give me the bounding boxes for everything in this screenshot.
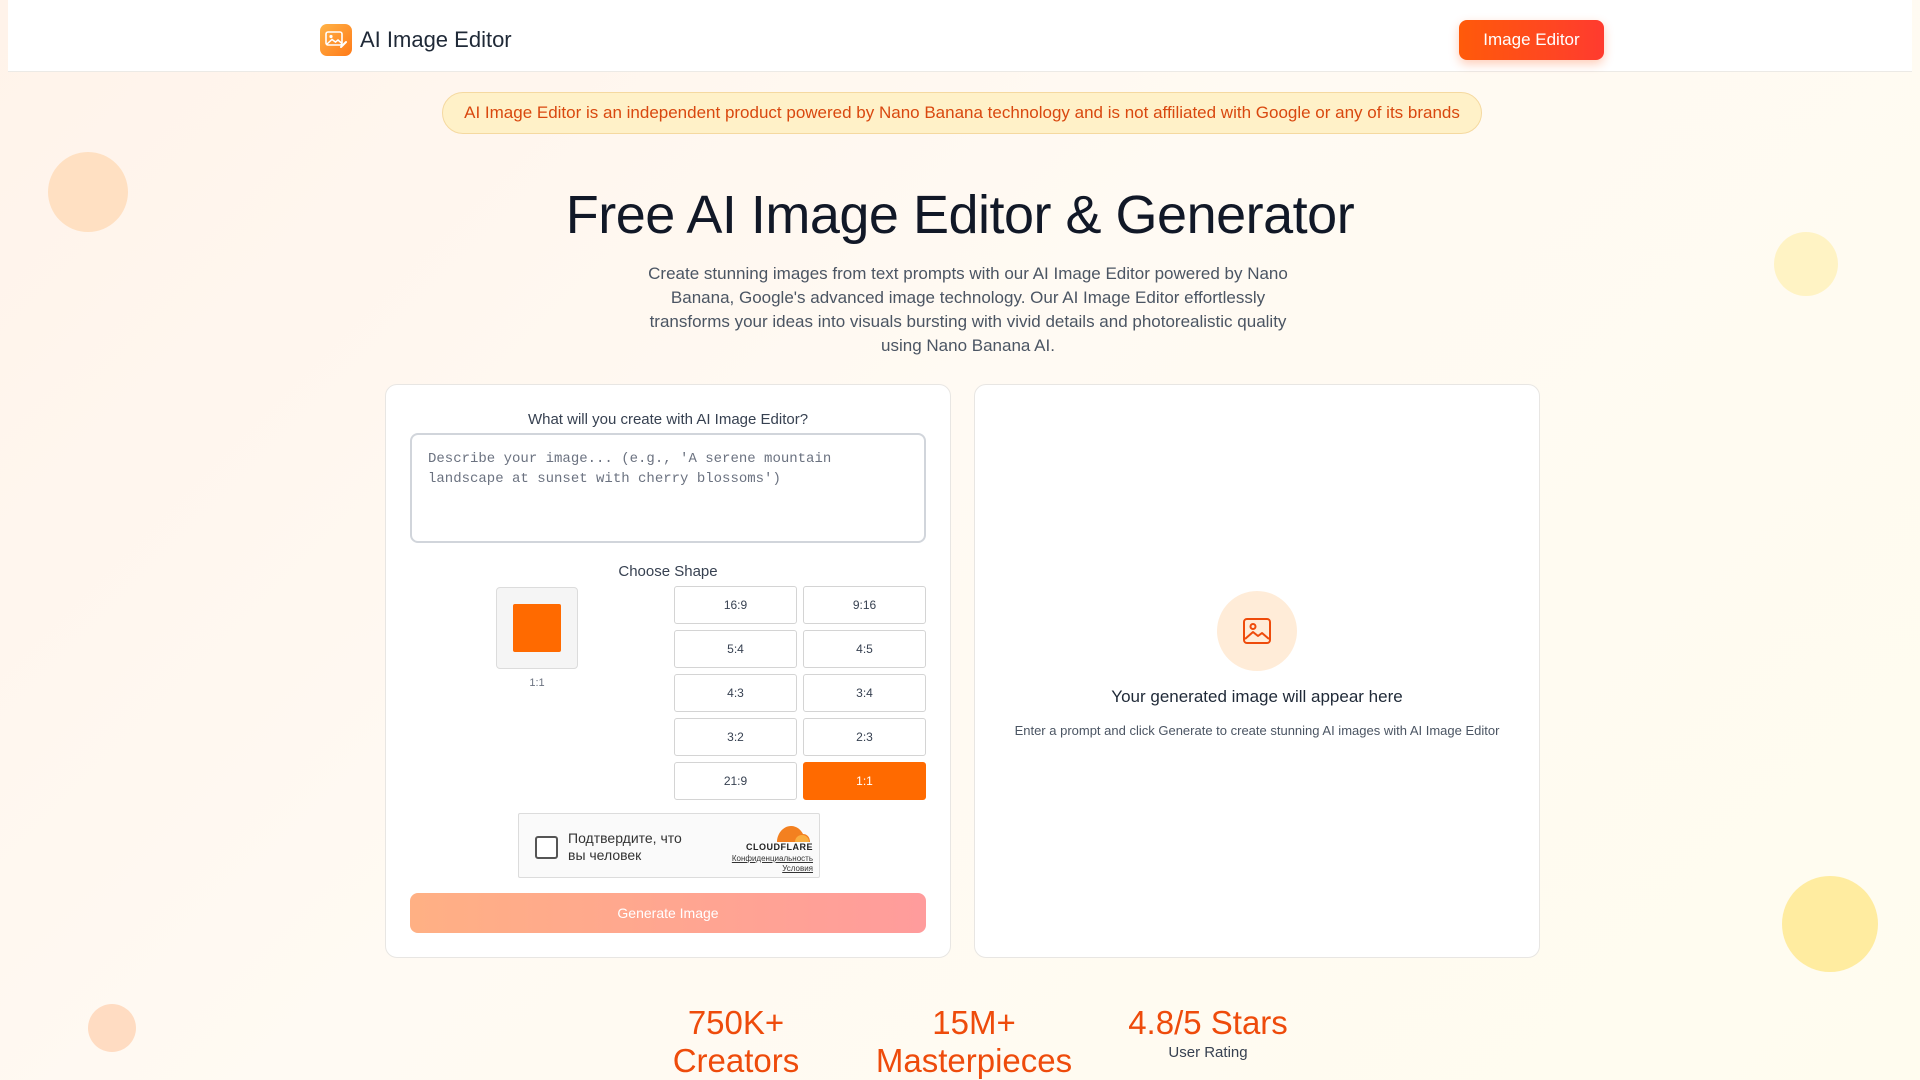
image-placeholder-icon [1217, 591, 1297, 671]
generator-form-card: What will you create with AI Image Edito… [385, 384, 951, 958]
ratio-button-4-3[interactable]: 4:3 [674, 674, 797, 712]
ratio-button-1-1[interactable]: 1:1 [803, 762, 926, 800]
ratio-button-3-2[interactable]: 3:2 [674, 718, 797, 756]
ratio-button-9-16[interactable]: 9:16 [803, 586, 926, 624]
result-card: Your generated image will appear here En… [974, 384, 1540, 958]
page-title: Free AI Image Editor & Generator [565, 185, 1355, 245]
aspect-ratio-grid: 16:9 9:16 5:4 4:5 4:3 3:4 3:2 2:3 21:9 1… [674, 586, 926, 800]
stat-creators: 750K+ Creators [634, 1004, 838, 1080]
captcha-widget: Подтвердите, что вы человек CLOUDFLARE К… [518, 813, 820, 878]
stat-masterpieces: 15M+ Masterpieces [864, 1004, 1084, 1080]
stat-value: 4.8/5 Stars [1128, 1004, 1288, 1041]
image-editor-nav-button[interactable]: Image Editor [1459, 20, 1604, 60]
brand-name: AI Image Editor [360, 27, 512, 52]
stat-rating: 4.8/5 Stars User Rating [1108, 1004, 1308, 1061]
top-header: AI Image Editor Image Editor [8, 0, 1912, 72]
ratio-button-4-5[interactable]: 4:5 [803, 630, 926, 668]
captcha-label-line: вы человек [568, 847, 642, 863]
stat-label: User Rating [1168, 1044, 1248, 1061]
shape-preview [496, 587, 578, 669]
result-placeholder-subtitle: Enter a prompt and click Generate to cre… [1014, 723, 1500, 738]
disclaimer-banner: AI Image Editor is an independent produc… [442, 92, 1482, 134]
image-editor-logo-icon [320, 24, 352, 56]
decorative-circle [1782, 876, 1878, 972]
brand-link[interactable]: AI Image Editor [320, 24, 512, 56]
stat-label: Masterpieces [875, 1042, 1073, 1079]
captcha-terms-link[interactable]: Условия [705, 864, 813, 874]
captcha-label-line: Подтвердите, что [568, 830, 682, 846]
stat-label: Creators [672, 1042, 800, 1079]
shape-label: Choose Shape [618, 563, 718, 580]
shape-preview-fill [513, 604, 561, 652]
captcha-label: Подтвердите, что вы человек [568, 830, 682, 864]
cloudflare-brand: CLOUDFLARE [746, 842, 813, 852]
generate-image-button[interactable]: Generate Image [410, 893, 926, 933]
ratio-button-2-3[interactable]: 2:3 [803, 718, 926, 756]
stat-value: 750K+ [687, 1004, 785, 1041]
ratio-button-16-9[interactable]: 16:9 [674, 586, 797, 624]
ratio-button-3-4[interactable]: 3:4 [803, 674, 926, 712]
stat-value: 15M+ [932, 1004, 1016, 1041]
captcha-privacy-link[interactable]: Конфиденциальность [705, 854, 813, 864]
shape-preview-caption: 1:1 [529, 677, 545, 689]
page: AI Image Editor Image Editor AI Image Ed… [8, 0, 1912, 1080]
prompt-input[interactable] [410, 433, 926, 543]
page-subtitle: Create stunning images from text prompts… [648, 264, 1288, 355]
captcha-checkbox[interactable] [535, 836, 558, 859]
ratio-button-21-9[interactable]: 21:9 [674, 762, 797, 800]
ratio-button-5-4[interactable]: 5:4 [674, 630, 797, 668]
decorative-circle [88, 1004, 136, 1052]
prompt-label: What will you create with AI Image Edito… [527, 411, 809, 428]
result-placeholder-title: Your generated image will appear here [1111, 687, 1403, 706]
captcha-links: Конфиденциальность Условия [705, 854, 813, 874]
